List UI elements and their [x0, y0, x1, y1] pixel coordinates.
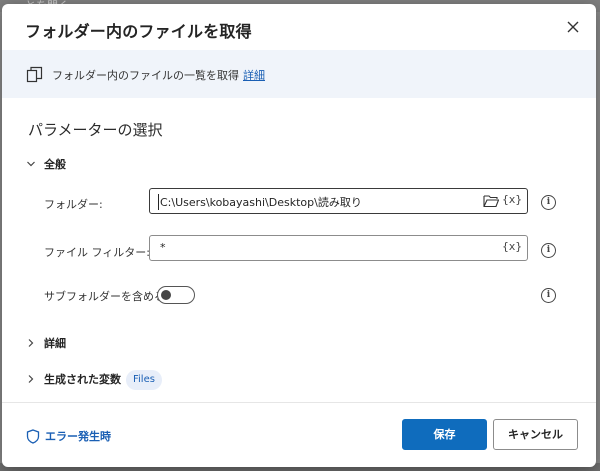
chevron-right-icon [28, 339, 34, 347]
file-filter-value: * [160, 241, 166, 254]
details-group-toggle[interactable]: 詳細 [26, 335, 66, 351]
folder-label: フォルダー: [44, 198, 103, 211]
details-link[interactable]: 詳細 [243, 69, 265, 82]
info-icon[interactable]: i [541, 195, 556, 210]
action-description: フォルダー内のファイルの一覧を取得 詳細 [52, 67, 265, 83]
include-subfolders-label: サブフォルダーを含める: [44, 290, 169, 303]
chevron-right-icon [28, 375, 34, 383]
file-filter-label: ファイル フィルター: [44, 246, 150, 259]
file-filter-input[interactable]: * {x} [149, 235, 528, 261]
get-files-dialog: フォルダー内のファイルを取得 フォルダー内のファイルの一覧を取得 詳細 パラメータ… [2, 4, 596, 467]
on-error-link[interactable]: エラー発生時 [26, 428, 111, 444]
footer-divider [2, 402, 596, 403]
folder-input[interactable]: C:\Users\kobayashi\Desktop\読み取り {x} [149, 188, 528, 214]
copy-document-icon [26, 66, 43, 83]
description-text: フォルダー内のファイルの一覧を取得 [52, 69, 239, 82]
dialog-title: フォルダー内のファイルを取得 [25, 22, 252, 41]
folder-value: C:\Users\kobayashi\Desktop\読み取り [158, 194, 362, 210]
close-icon[interactable] [564, 18, 582, 36]
shield-icon [26, 428, 40, 444]
folder-open-icon[interactable] [483, 194, 499, 208]
toggle-knob [161, 290, 171, 300]
on-error-label: エラー発生時 [45, 430, 111, 443]
save-button[interactable]: 保存 [402, 419, 487, 450]
info-icon[interactable]: i [541, 288, 556, 303]
details-group-label: 詳細 [44, 337, 66, 350]
general-group-toggle[interactable]: 全般 [26, 156, 66, 172]
chevron-down-icon [27, 161, 35, 167]
variable-picker-icon[interactable]: {x} [502, 240, 522, 253]
cancel-button[interactable]: キャンセル [493, 419, 578, 450]
info-banner: フォルダー内のファイルの一覧を取得 詳細 [2, 50, 596, 98]
general-group-label: 全般 [44, 158, 66, 171]
variable-badge[interactable]: Files [126, 370, 162, 390]
generated-variables-toggle[interactable]: 生成された変数 [26, 371, 121, 387]
variable-picker-icon[interactable]: {x} [502, 193, 522, 206]
generated-variables-label: 生成された変数 [44, 373, 121, 386]
include-subfolders-toggle[interactable] [157, 286, 195, 304]
parameters-heading: パラメーターの選択 [28, 121, 163, 139]
info-icon[interactable]: i [541, 243, 556, 258]
